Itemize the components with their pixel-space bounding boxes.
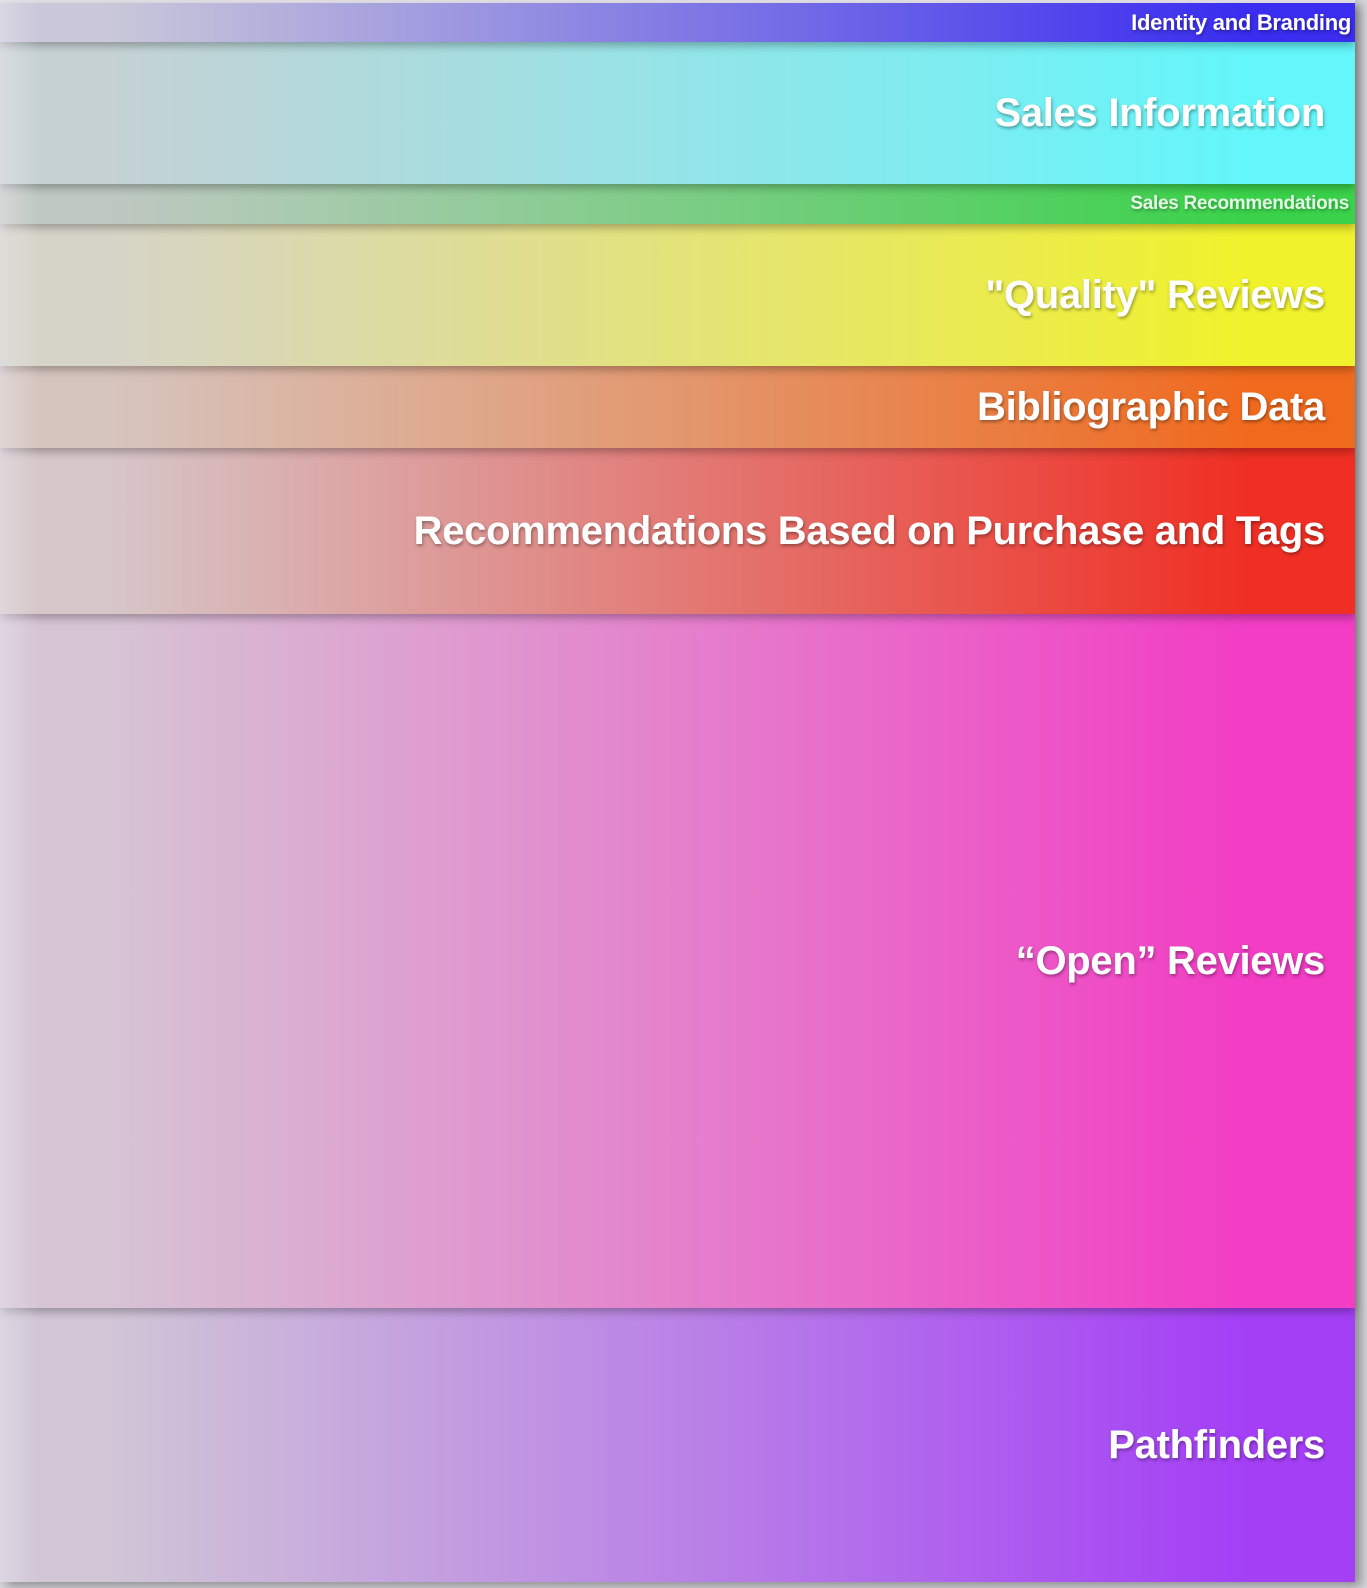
band-label: Sales Information [994, 90, 1325, 135]
band-label: “Open” Reviews [1015, 938, 1326, 983]
band-identity-and-branding: Identity and Branding [0, 3, 1355, 42]
band-sales-recommendations: Sales Recommendations [0, 184, 1355, 224]
band-label: Identity and Branding [1131, 9, 1351, 35]
band-label: Recommendations Based on Purchase and Ta… [413, 508, 1326, 553]
band-label: Bibliographic Data [977, 384, 1325, 429]
band-quality-reviews: "Quality" Reviews [0, 224, 1355, 366]
band-recommendations-purchase-tags: Recommendations Based on Purchase and Ta… [0, 448, 1355, 614]
band-label: Pathfinders [1108, 1422, 1325, 1467]
band-sales-information: Sales Information [0, 42, 1355, 184]
band-pathfinders: Pathfinders [0, 1308, 1355, 1582]
band-open-reviews: “Open” Reviews [0, 614, 1355, 1308]
layout-diagram: Identity and Branding Sales Information … [0, 0, 1355, 1582]
band-bibliographic-data: Bibliographic Data [0, 366, 1355, 448]
band-label: Sales Recommendations [1130, 193, 1349, 214]
band-label: "Quality" Reviews [985, 272, 1325, 317]
